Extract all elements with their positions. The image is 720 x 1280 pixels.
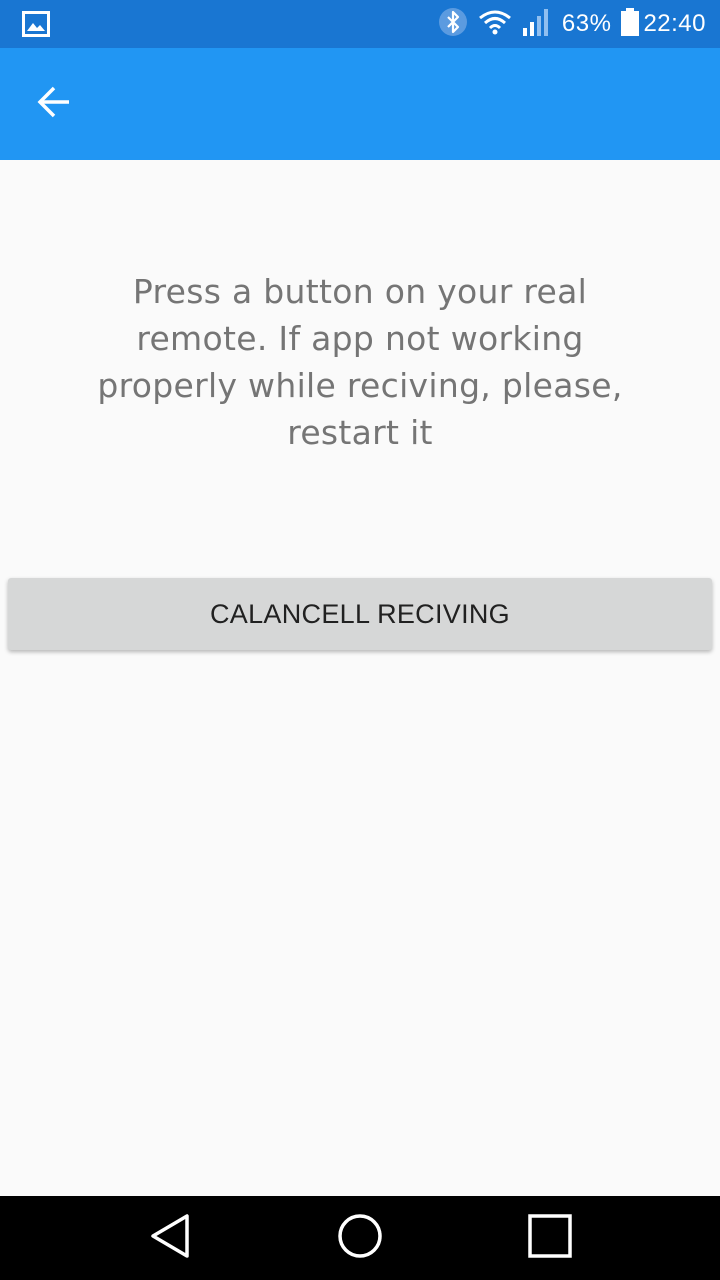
navigation-bar xyxy=(0,1196,720,1280)
instruction-message: Press a button on your real remote. If a… xyxy=(97,272,623,452)
battery-percent: 63% xyxy=(561,10,612,37)
cell-signal-icon xyxy=(522,8,552,41)
bluetooth-icon xyxy=(438,7,468,42)
clock: 22:40 xyxy=(643,10,706,37)
battery-icon xyxy=(621,7,640,41)
nav-recents-button[interactable] xyxy=(522,1210,578,1266)
nav-home-button[interactable] xyxy=(332,1210,388,1266)
recents-square-icon xyxy=(527,1213,573,1264)
back-button[interactable] xyxy=(22,72,86,136)
cancel-receiving-button[interactable]: CALANCELL RECIVING xyxy=(8,578,712,650)
main-content: Press a button on your real remote. If a… xyxy=(0,160,720,1196)
app-bar xyxy=(0,48,720,160)
status-icons: 63% 22:40 xyxy=(438,0,706,48)
gallery-notification-icon xyxy=(22,11,50,42)
arrow-back-icon xyxy=(37,86,71,123)
status-bar: 63% 22:40 xyxy=(0,0,720,48)
home-circle-icon xyxy=(336,1212,384,1265)
back-triangle-icon xyxy=(148,1212,192,1265)
nav-back-button[interactable] xyxy=(142,1210,198,1266)
wifi-icon xyxy=(478,9,512,40)
